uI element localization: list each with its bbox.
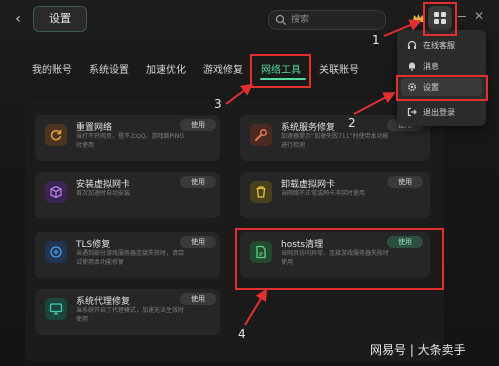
arrow-1 [383, 19, 422, 37]
settings-window: ‹ 设置 ✕ 我的账号 系统设置 加速优化 游戏修复 网络工具 关联账号 [0, 0, 499, 366]
arrow-4 [244, 288, 268, 326]
annotation-arrows [225, 19, 422, 326]
annotation-number-3: 3 [214, 97, 222, 111]
arrow-2 [353, 92, 396, 115]
watermark: 网易号 | 大条卖手 [370, 343, 466, 357]
annotation-number-2: 2 [348, 116, 356, 130]
annotation-number-1: 1 [372, 33, 380, 47]
annotation-number-4: 4 [238, 327, 246, 341]
arrow-3 [225, 83, 254, 105]
